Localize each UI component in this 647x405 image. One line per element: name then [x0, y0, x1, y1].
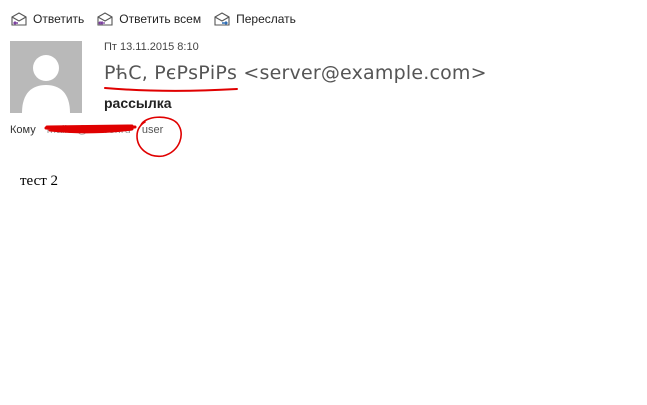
recipient-user[interactable]: user	[142, 124, 163, 136]
forward-label: Переслать	[236, 12, 296, 26]
sender-email[interactable]: <server@example.com>	[243, 62, 486, 84]
message-toolbar: Ответить Ответить всем Переслать	[10, 9, 296, 29]
sender-underline	[104, 87, 238, 92]
red-annotations	[44, 87, 238, 158]
message-subject: рассылка	[104, 95, 172, 111]
redacted-recipient[interactable]: mailer@server.ru	[47, 124, 133, 136]
reply-icon	[11, 12, 27, 26]
reply-label: Ответить	[33, 12, 85, 26]
reply-all-button[interactable]: Ответить всем	[96, 11, 201, 27]
recipients-row: Кому mailer@server.ru user	[10, 124, 163, 136]
reply-all-label: Ответить всем	[119, 12, 202, 26]
forward-icon	[214, 12, 230, 26]
reply-button[interactable]: Ответить	[10, 11, 84, 27]
reply-all-icon	[97, 12, 113, 26]
message-date: Пт 13.11.2015 8:10	[104, 41, 199, 53]
message-body: тест 2	[20, 173, 59, 189]
sender-line[interactable]: РћС, РєРѕРіРѕ <server@example.com>	[104, 62, 487, 84]
to-label: Кому	[10, 124, 36, 136]
sender-avatar	[10, 41, 82, 113]
person-icon	[10, 41, 82, 113]
forward-button[interactable]: Переслать	[213, 11, 296, 27]
sender-name[interactable]: РћС, РєРѕРіРѕ	[104, 62, 237, 84]
